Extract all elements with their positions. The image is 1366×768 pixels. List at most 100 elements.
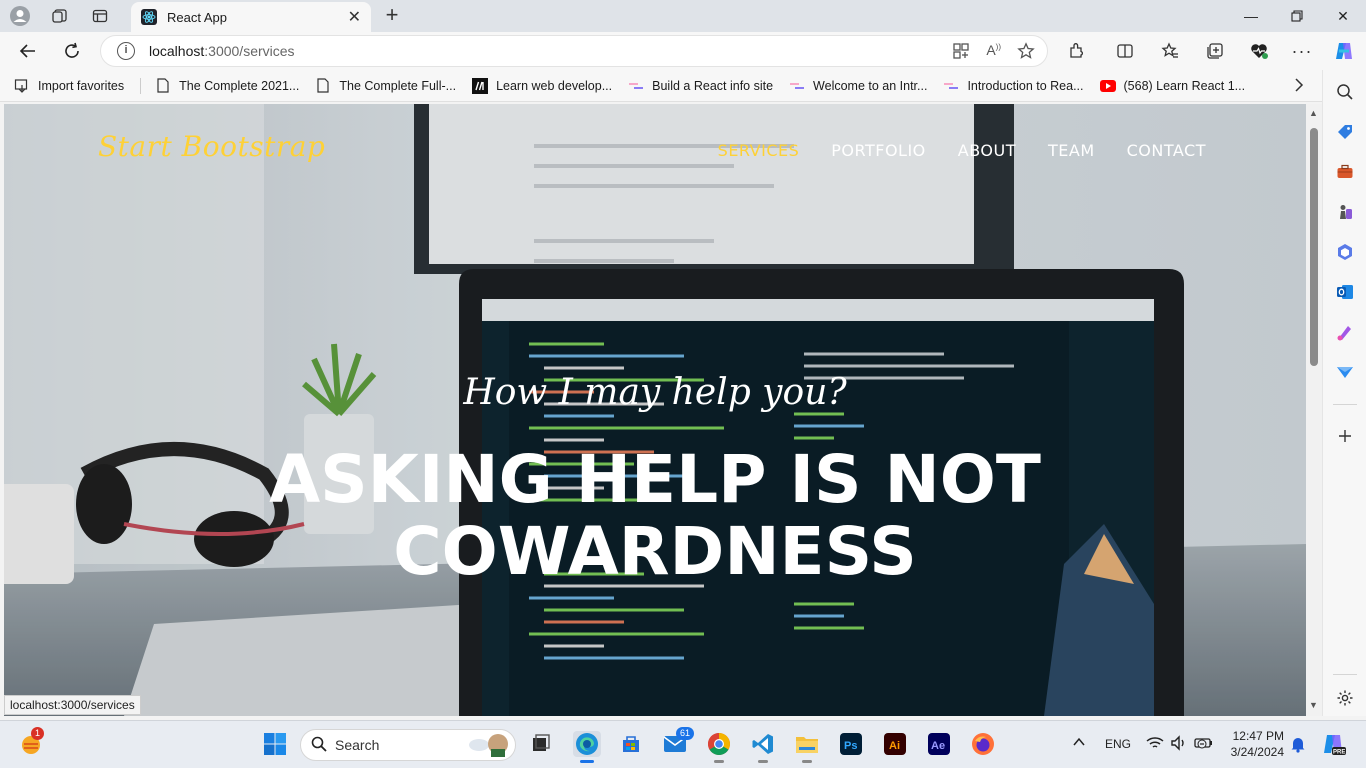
close-tab-icon[interactable]: ✕ — [348, 7, 361, 27]
nav-link-portfolio[interactable]: PORTFOLIO — [831, 141, 926, 160]
minimize-button[interactable]: — — [1228, 0, 1274, 32]
scrimba-icon — [628, 78, 644, 94]
taskbar-search-box[interactable]: Search — [300, 729, 516, 761]
tools-briefcase-icon[interactable] — [1335, 162, 1355, 182]
favorite-label: (568) Learn React 1... — [1123, 78, 1246, 93]
favorite-item[interactable]: (568) Learn React 1... — [1099, 78, 1246, 94]
copilot-preview-icon[interactable]: PRE — [1320, 731, 1346, 760]
nav-link-about[interactable]: ABOUT — [958, 141, 1016, 160]
firefox-icon[interactable] — [970, 731, 996, 757]
read-aloud-icon[interactable]: A)) — [986, 42, 1001, 63]
shopping-tag-icon[interactable] — [1335, 122, 1355, 142]
vscode-icon[interactable] — [750, 731, 776, 763]
after-effects-icon[interactable]: Ae — [926, 731, 952, 757]
page-icon — [315, 78, 331, 94]
chrome-icon[interactable] — [706, 731, 732, 763]
favorite-import[interactable]: Import favorites — [14, 78, 124, 94]
games-chess-icon[interactable] — [1335, 202, 1355, 222]
photoshop-icon[interactable]: Ps — [838, 731, 864, 757]
file-explorer-icon[interactable] — [794, 731, 820, 763]
windows-taskbar: 1 Search 61 Ps Ai Ae ENG 12:47 PM 3/24/2… — [0, 720, 1366, 768]
hero-heading: ASKING HELP IS NOT COWARDNESS — [269, 441, 1041, 590]
favorite-item[interactable]: Build a React info site — [628, 78, 773, 94]
react-icon — [141, 9, 157, 25]
scroll-down-arrow-icon[interactable]: ▼ — [1309, 700, 1318, 710]
favorites-divider — [140, 77, 142, 94]
scrollbar-thumb[interactable] — [1310, 128, 1318, 366]
site-navbar: Start Bootstrap SERVICES PORTFOLIO ABOUT… — [4, 104, 1306, 196]
import-icon — [14, 78, 30, 94]
chevron-right-icon[interactable] — [1294, 78, 1304, 97]
back-icon[interactable] — [13, 36, 43, 66]
scrimba-icon — [943, 78, 959, 94]
nav-link-contact[interactable]: CONTACT — [1127, 141, 1206, 160]
page-scrollbar[interactable]: ▲ ▼ — [1306, 104, 1322, 716]
volume-icon[interactable] — [1170, 735, 1188, 754]
favorite-item[interactable]: Introduction to Rea... — [943, 78, 1084, 94]
notification-bell-icon[interactable] — [1290, 735, 1306, 756]
search-highlight-icon — [465, 731, 511, 760]
new-tab-button[interactable]: + — [380, 4, 404, 28]
favorite-star-icon[interactable] — [1017, 42, 1035, 63]
start-windows-icon[interactable] — [262, 731, 288, 757]
search-icon[interactable] — [1335, 82, 1355, 102]
edge-browser-icon[interactable] — [573, 731, 601, 763]
brand-logo[interactable]: Start Bootstrap — [98, 130, 325, 163]
nav-link-team[interactable]: TEAM — [1048, 141, 1095, 160]
language-indicator[interactable]: ENG — [1105, 737, 1131, 751]
edge-sidebar — [1322, 70, 1366, 716]
favorites-icon[interactable] — [1155, 36, 1185, 66]
drop-send-icon[interactable] — [1335, 362, 1355, 382]
battery-icon[interactable] — [1194, 735, 1214, 754]
site-info-icon[interactable]: i — [117, 42, 135, 60]
copilot-icon[interactable] — [1329, 36, 1359, 66]
illustrator-icon[interactable]: Ai — [882, 731, 908, 757]
svg-text:Ps: Ps — [844, 740, 857, 752]
refresh-icon[interactable] — [57, 36, 87, 66]
address-bar[interactable]: i localhost:3000/services A)) — [100, 35, 1048, 67]
mail-icon[interactable]: 61 — [662, 727, 695, 757]
nav-link-services[interactable]: SERVICES — [718, 141, 800, 160]
microsoft365-icon[interactable] — [1335, 242, 1355, 262]
search-icon — [311, 736, 327, 755]
split-screen-icon[interactable] — [1110, 36, 1140, 66]
tab-actions-icon[interactable] — [80, 0, 120, 32]
active-indicator — [802, 760, 812, 763]
gear-icon[interactable] — [1335, 688, 1355, 708]
url-path: :3000/services — [204, 43, 295, 59]
restore-button[interactable] — [1274, 0, 1320, 32]
favorite-label: Learn web develop... — [496, 78, 613, 93]
weather-widget-icon[interactable]: 1 — [18, 727, 45, 757]
add-icon[interactable] — [1335, 426, 1355, 446]
performance-icon[interactable] — [1244, 36, 1274, 66]
profile-icon[interactable] — [0, 0, 40, 32]
favorite-item[interactable]: The Complete Full-... — [315, 78, 456, 94]
tab-title: React App — [167, 9, 227, 25]
outlook-icon[interactable] — [1335, 282, 1355, 302]
task-view-icon[interactable] — [528, 731, 554, 757]
show-hidden-icons-icon[interactable] — [1072, 735, 1086, 752]
favorite-label: Build a React info site — [652, 78, 774, 93]
clock-time: 12:47 PM — [1232, 729, 1284, 743]
extensions-icon[interactable] — [1062, 36, 1092, 66]
system-clock[interactable]: 12:47 PM 3/24/2024 — [1222, 728, 1284, 760]
designer-icon[interactable] — [1335, 322, 1355, 342]
close-window-button[interactable]: ✕ — [1320, 0, 1366, 32]
scroll-up-arrow-icon[interactable]: ▲ — [1309, 108, 1318, 118]
app-available-icon[interactable] — [952, 42, 970, 63]
settings-more-icon[interactable]: ··· — [1287, 36, 1317, 66]
workspaces-icon[interactable] — [40, 0, 80, 32]
microsoft-store-icon[interactable] — [618, 731, 644, 757]
favorite-item[interactable]: Learn web develop... — [472, 77, 613, 94]
youtube-icon — [1099, 78, 1116, 94]
favorite-item[interactable]: The Complete 2021... — [155, 78, 299, 94]
search-label: Search — [335, 737, 380, 753]
collections-icon[interactable] — [1200, 36, 1230, 66]
tab-react-app[interactable]: React App ✕ — [131, 2, 371, 32]
page-icon — [155, 78, 171, 94]
favorite-label: The Complete 2021... — [179, 78, 300, 93]
wifi-icon[interactable] — [1146, 735, 1164, 754]
clock-date: 3/24/2024 — [1230, 745, 1284, 759]
favorite-item[interactable]: Welcome to an Intr... — [789, 78, 927, 94]
sidebar-divider — [1333, 674, 1357, 675]
